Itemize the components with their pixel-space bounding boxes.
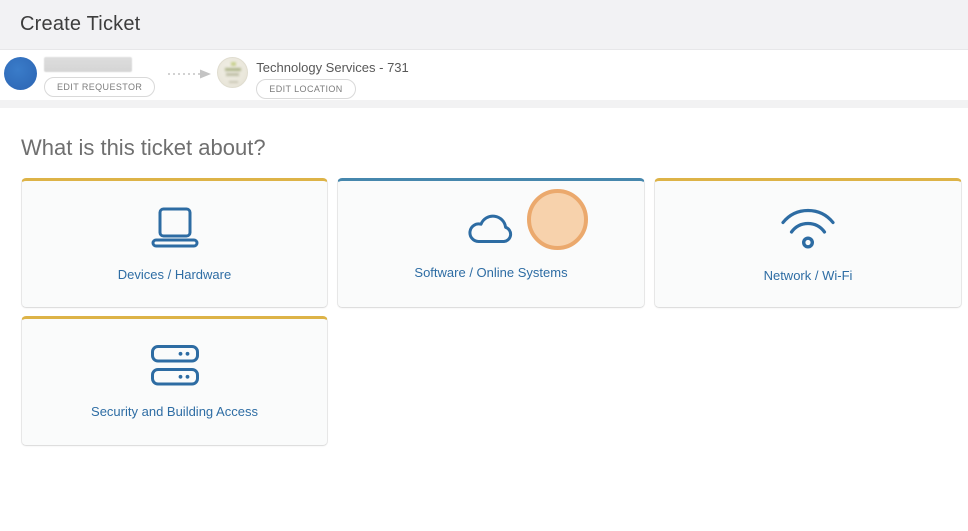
edit-location-button[interactable]: EDIT LOCATION xyxy=(256,79,355,99)
location-logo-avatar xyxy=(217,57,248,88)
location-name: Technology Services - 731 xyxy=(256,60,408,75)
page-header: Create Ticket xyxy=(0,0,968,50)
click-indicator xyxy=(527,189,588,250)
category-card-label: Security and Building Access xyxy=(91,404,258,419)
arrow-right-icon xyxy=(167,67,213,85)
requestor-location-bar: EDIT REQUESTOR Technology Services - 731… xyxy=(0,50,968,100)
requestor-avatar xyxy=(4,57,37,90)
section-divider xyxy=(0,100,968,108)
page-title: Create Ticket xyxy=(20,13,140,36)
category-card-security-building-access[interactable]: Security and Building Access xyxy=(21,316,328,446)
category-card-label: Software / Online Systems xyxy=(414,265,567,280)
requestor-name-redacted xyxy=(44,57,132,72)
cloud-icon xyxy=(464,209,518,252)
laptop-icon xyxy=(151,207,199,254)
category-card-label: Network / Wi-Fi xyxy=(764,268,853,283)
category-card-software-online-systems[interactable]: Software / Online Systems xyxy=(337,178,645,308)
wifi-icon xyxy=(780,206,836,255)
category-card-label: Devices / Hardware xyxy=(118,267,231,282)
ticket-question-heading: What is this ticket about? xyxy=(21,135,947,161)
category-card-devices-hardware[interactable]: Devices / Hardware xyxy=(21,178,328,308)
category-card-network-wifi[interactable]: Network / Wi-Fi xyxy=(654,178,962,308)
main-content: What is this ticket about? Devices / Har… xyxy=(0,135,968,446)
category-card-grid: Devices / Hardware Software / Online Sys… xyxy=(21,178,947,446)
location-info: Technology Services - 731 EDIT LOCATION xyxy=(256,50,408,99)
servers-icon xyxy=(151,345,199,391)
edit-requestor-button[interactable]: EDIT REQUESTOR xyxy=(44,77,155,97)
requestor-info: EDIT REQUESTOR xyxy=(44,50,155,97)
